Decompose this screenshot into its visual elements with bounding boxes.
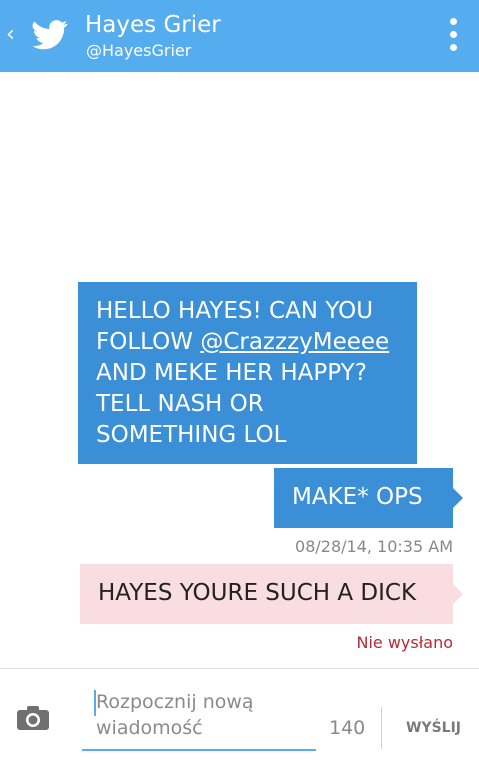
message-bubble-sent[interactable]: MAKE* OPS <box>274 468 463 528</box>
contact-handle: @HayesGrier <box>86 41 192 60</box>
message-input[interactable]: Rozpocznij nową wiadomość <box>82 687 316 751</box>
bubble-tail <box>453 488 463 508</box>
message-placeholder: Rozpocznij nową wiadomość <box>96 691 254 739</box>
chevron-left-icon[interactable]: ‹ <box>6 22 15 48</box>
compose-bar: Rozpocznij nową wiadomość 140 WYŚLIJ <box>0 668 479 763</box>
send-failed-status[interactable]: Nie wysłano <box>356 632 453 654</box>
send-button[interactable]: WYŚLIJ <box>406 719 461 737</box>
message-text: AND MEKE HER HAPPY? TELL NASH OR SOMETHI… <box>96 360 367 448</box>
overflow-menu-icon[interactable] <box>444 18 462 58</box>
character-counter: 140 <box>329 717 366 739</box>
message-bubble-failed[interactable]: HAYES YOURE SUCH A DICK <box>80 564 463 624</box>
camera-icon[interactable] <box>16 705 50 731</box>
message-text: HAYES YOURE SUCH A DICK <box>98 580 417 606</box>
message-timestamp: 08/28/14, 10:35 AM <box>295 537 453 556</box>
conversation-header: ‹ Hayes Grier @HayesGrier <box>0 0 479 72</box>
divider <box>381 707 382 749</box>
message-bubble-sent[interactable]: HELLO HAYES! CAN YOU FOLLOW @CrazzzyMeee… <box>78 282 417 464</box>
bubble-tail <box>453 584 463 604</box>
twitter-bird-icon[interactable] <box>32 20 68 50</box>
mention-link[interactable]: @CrazzzyMeeee <box>200 329 389 355</box>
contact-name: Hayes Grier <box>85 12 221 38</box>
message-text: MAKE* OPS <box>292 484 423 510</box>
